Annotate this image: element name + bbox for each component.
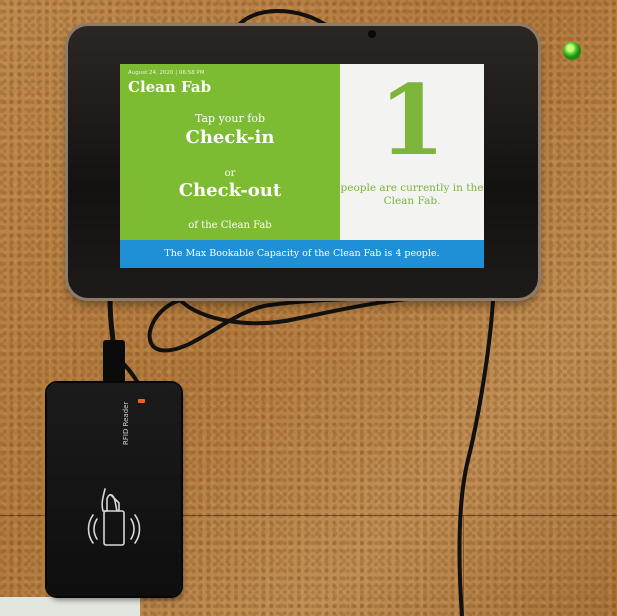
green-push-pin bbox=[563, 42, 581, 60]
usb-plug bbox=[103, 340, 125, 384]
occupancy-text: people are currently in the Clean Fab. bbox=[340, 182, 484, 207]
check-in-panel: August 24, 2020 | 06:58 PM Clean Fab Tap… bbox=[120, 64, 340, 240]
check-out-label: Check-out bbox=[178, 180, 282, 201]
camera-lens bbox=[368, 30, 376, 38]
capacity-banner: The Max Bookable Capacity of the Clean F… bbox=[120, 240, 484, 268]
rfid-card-tap-icon bbox=[87, 488, 141, 546]
tap-prompt: Tap your fob bbox=[195, 112, 265, 125]
reader-label: RFID Reader bbox=[122, 401, 130, 445]
timestamp: August 24, 2020 | 06:58 PM bbox=[128, 70, 205, 76]
left-cable bbox=[107, 297, 116, 341]
right-cable bbox=[457, 299, 495, 616]
tablet-display: August 24, 2020 | 06:58 PM Clean Fab Tap… bbox=[68, 26, 538, 298]
location-label: of the Clean Fab bbox=[188, 220, 272, 231]
or-label: or bbox=[224, 168, 236, 179]
occupancy-count: 1 bbox=[378, 64, 446, 177]
kiosk-screen[interactable]: August 24, 2020 | 06:58 PM Clean Fab Tap… bbox=[120, 64, 484, 268]
brand-title: Clean Fab bbox=[128, 78, 212, 96]
reader-status-led bbox=[138, 399, 145, 403]
rfid-reader-device[interactable]: RFID Reader bbox=[47, 383, 181, 596]
occupancy-panel: 1 people are currently in the Clean Fab. bbox=[340, 64, 484, 240]
check-in-label: Check-in bbox=[185, 127, 275, 148]
